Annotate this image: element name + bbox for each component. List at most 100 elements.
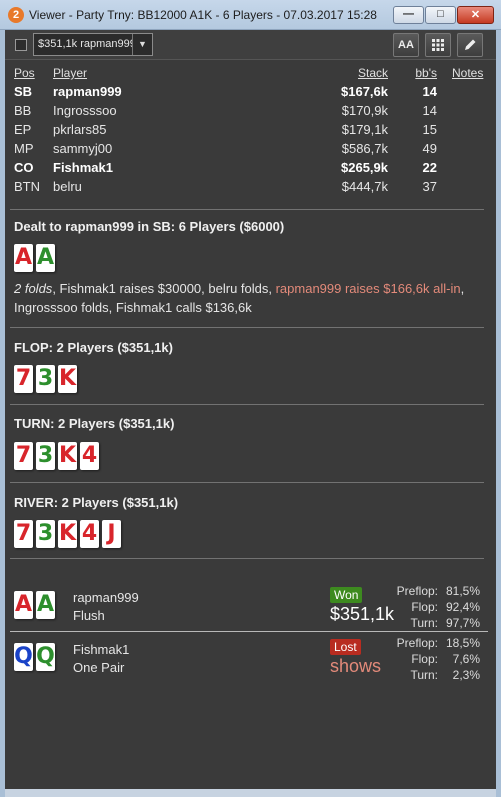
- hero-action-text: rapman999 raises $166,6k all-in: [275, 281, 461, 296]
- window-title: Viewer - Party Trny: BB12000 A1K - 6 Pla…: [29, 8, 377, 22]
- position-cell: BTN: [14, 179, 40, 194]
- playing-card: 4: [80, 442, 99, 470]
- playing-card: A: [14, 244, 33, 272]
- player-name-cell: rapman999: [53, 84, 122, 99]
- flop-header: FLOP: 2 Players ($351,1k): [14, 340, 173, 355]
- playing-card: J: [102, 520, 121, 548]
- showdown-player-name: Fishmak1: [73, 642, 130, 657]
- playing-card: K: [58, 442, 77, 470]
- divider: [10, 631, 488, 632]
- player-row[interactable]: BTN belru $444,7k 37: [5, 179, 496, 197]
- edit-button[interactable]: [457, 33, 483, 57]
- showdown-hand-rank: One Pair: [73, 660, 125, 675]
- grid-button[interactable]: [425, 33, 451, 57]
- player-row[interactable]: SB rapman999 $167,6k 14: [5, 84, 496, 102]
- maximize-button[interactable]: □: [425, 6, 456, 24]
- bbs-cell: 15: [422, 122, 437, 137]
- playing-card: A: [14, 591, 33, 619]
- preflop-actions: 2 folds, Fishmak1 raises $30000, belru f…: [14, 279, 474, 317]
- result-badge: Won: [330, 587, 363, 603]
- result-badge: Lost: [330, 639, 361, 655]
- player-row[interactable]: CO Fishmak1 $265,9k 22: [5, 160, 496, 178]
- playing-card: 3: [36, 520, 55, 548]
- status-bar: [5, 789, 496, 797]
- position-cell: BB: [14, 103, 32, 118]
- divider: [10, 327, 484, 328]
- showdown-hand-rank: Flush: [73, 608, 105, 623]
- grid-icon: [432, 39, 444, 51]
- stack-header[interactable]: Stack: [358, 66, 388, 80]
- stack-cell: $167,6k: [341, 84, 388, 99]
- notes-header[interactable]: Notes: [452, 66, 483, 80]
- divider: [10, 482, 484, 483]
- player-name-cell: sammyj00: [53, 141, 113, 156]
- pot-amount: shows: [330, 656, 382, 676]
- equity-label: Turn:: [410, 668, 438, 682]
- turn-header: TURN: 2 Players ($351,1k): [14, 416, 175, 431]
- playing-card: A: [36, 591, 55, 619]
- app-icon: 2: [8, 7, 24, 23]
- flop-cards: 73K: [14, 365, 80, 395]
- equity-label: Preflop:: [396, 636, 438, 650]
- title-bar: 2 Viewer - Party Trny: BB12000 A1K - 6 P…: [0, 0, 501, 30]
- toolbar: $351,1k rapman999 ▼ AA: [5, 30, 496, 60]
- bbs-cell: 37: [422, 179, 437, 194]
- close-icon: ✕: [470, 9, 481, 21]
- pos-header[interactable]: Pos: [14, 66, 35, 80]
- divider: [10, 404, 484, 405]
- position-cell: SB: [14, 84, 33, 99]
- playing-card: 7: [14, 442, 33, 470]
- player-name-cell: pkrlars85: [53, 122, 107, 137]
- stack-cell: $170,9k: [341, 103, 388, 118]
- pencil-icon: [465, 39, 476, 50]
- player-name-cell: belru: [53, 179, 82, 194]
- minimize-button[interactable]: —: [393, 6, 424, 24]
- position-cell: CO: [14, 160, 34, 175]
- hand-select-value: $351,1k rapman999: [38, 38, 132, 50]
- player-row[interactable]: MP sammyj00 $586,7k 49: [5, 141, 496, 159]
- hand-select[interactable]: $351,1k rapman999 ▼: [33, 33, 153, 56]
- divider: [10, 558, 484, 559]
- font-size-button[interactable]: AA: [393, 33, 419, 57]
- bbs-cell: 14: [422, 84, 437, 99]
- playing-card: 3: [36, 442, 55, 470]
- hero-hole-cards: AA: [14, 244, 58, 274]
- divider: [10, 209, 484, 210]
- action-text: , Fishmak1 raises $30000, belru folds,: [52, 281, 276, 296]
- bbs-header[interactable]: bb's: [415, 66, 437, 80]
- stack-cell: $265,9k: [341, 160, 388, 175]
- playing-card: K: [58, 520, 77, 548]
- bbs-cell: 49: [422, 141, 437, 156]
- equity-value: 92,4%: [445, 600, 480, 614]
- river-cards: 73K4J: [14, 520, 124, 550]
- close-button[interactable]: ✕: [457, 6, 494, 24]
- player-name-cell: Fishmak1: [53, 160, 113, 175]
- position-cell: EP: [14, 122, 32, 137]
- folds-text: 2 folds: [14, 281, 53, 296]
- stack-cell: $586,7k: [341, 141, 388, 156]
- player-header[interactable]: Player: [53, 66, 87, 80]
- showdown-player-name: rapman999: [73, 590, 139, 605]
- equity-value: 18,5%: [445, 636, 480, 650]
- playing-card: A: [36, 244, 55, 272]
- font-size-icon: AA: [398, 39, 414, 51]
- chevron-down-icon[interactable]: ▼: [132, 34, 152, 55]
- playing-card: 4: [80, 520, 99, 548]
- preflop-header: Dealt to rapman999 in SB: 6 Players ($60…: [14, 219, 285, 234]
- stack-cell: $179,1k: [341, 122, 388, 137]
- player-name-cell: Ingrosssoo: [53, 103, 117, 118]
- equity-label: Preflop:: [396, 584, 438, 598]
- equity-value: 7,6%: [452, 652, 480, 666]
- maximize-icon: □: [437, 8, 444, 20]
- player-row[interactable]: BB Ingrosssoo $170,9k 14: [5, 103, 496, 121]
- playing-card: K: [58, 365, 77, 393]
- viewer-panel: $351,1k rapman999 ▼ AA Pos Player Stack …: [5, 30, 496, 791]
- select-checkbox[interactable]: [15, 39, 27, 51]
- playing-card: 3: [36, 365, 55, 393]
- playing-card: Q: [14, 643, 33, 671]
- equity-value: 2,3%: [452, 668, 480, 682]
- equity-value: 81,5%: [445, 584, 480, 598]
- showdown-hole-cards: AA: [14, 591, 58, 621]
- equity-label: Flop:: [411, 652, 438, 666]
- player-row[interactable]: EP pkrlars85 $179,1k 15: [5, 122, 496, 140]
